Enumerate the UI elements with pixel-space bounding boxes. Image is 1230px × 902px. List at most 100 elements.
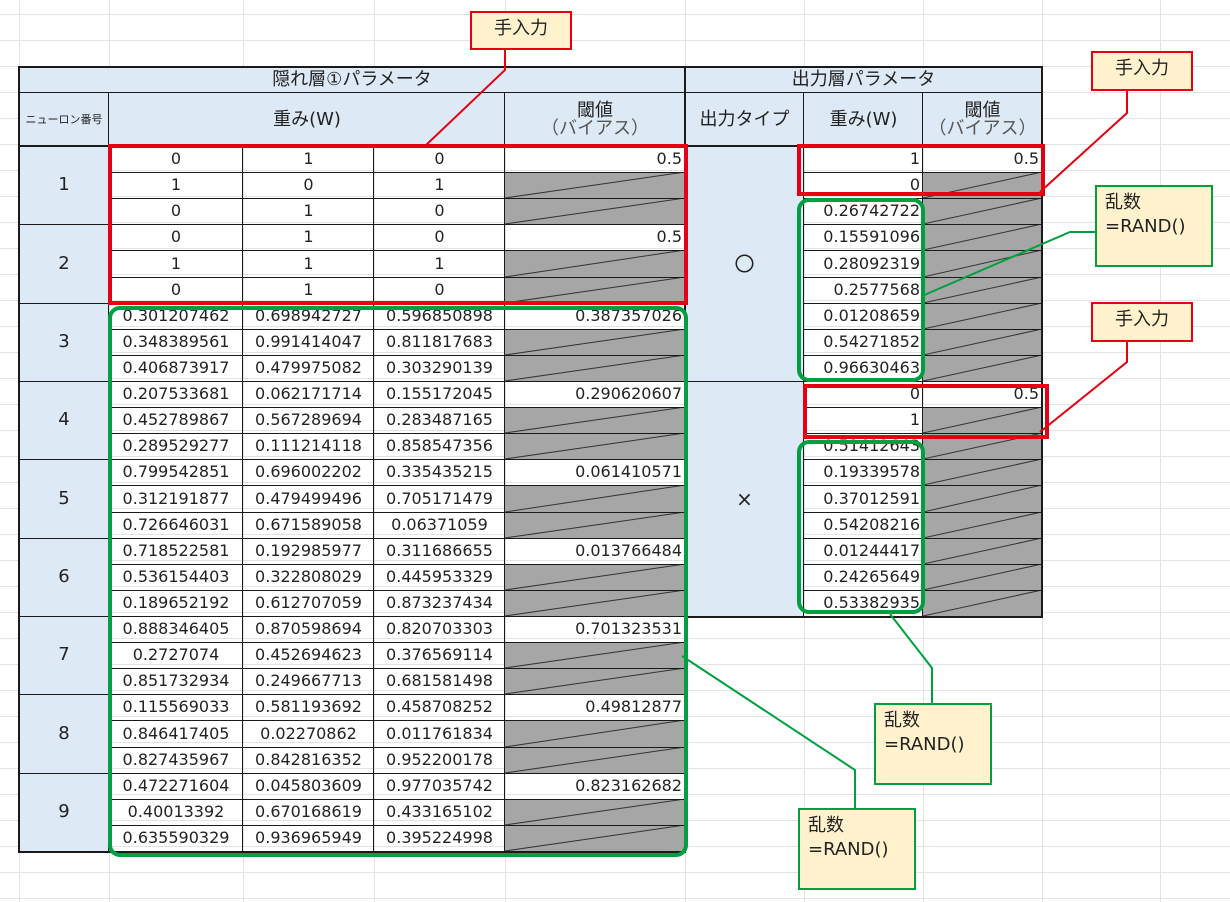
output-weight-cell[interactable]: 0.26742722: [804, 198, 923, 224]
weight-cell[interactable]: 0.02270862: [243, 720, 374, 747]
empty-output-bias-cell[interactable]: [923, 172, 1042, 198]
weight-cell[interactable]: 0.395224998: [374, 825, 505, 851]
output-type-cell[interactable]: ×: [685, 381, 804, 616]
weight-cell[interactable]: 0.207533681: [109, 381, 243, 407]
weight-cell[interactable]: 0.322808029: [243, 564, 374, 590]
weight-cell[interactable]: 0.851732934: [109, 668, 243, 694]
empty-output-bias-cell[interactable]: [923, 329, 1042, 355]
output-weight-cell[interactable]: 0.51412643: [804, 433, 923, 459]
bias-cell[interactable]: 0.5: [505, 224, 685, 250]
weight-cell[interactable]: 0.115569033: [109, 694, 243, 720]
weight-cell[interactable]: 1: [109, 250, 243, 277]
output-weight-cell[interactable]: 0.24265649: [804, 564, 923, 590]
weight-cell[interactable]: 0.249667713: [243, 668, 374, 694]
weight-cell[interactable]: 0.062171714: [243, 381, 374, 407]
hidden-layer-title[interactable]: 隠れ層①パラメータ: [19, 67, 685, 93]
empty-output-bias-cell[interactable]: [923, 590, 1042, 616]
output-weight-cell[interactable]: 0: [804, 172, 923, 198]
weight-cell[interactable]: 0.681581498: [374, 668, 505, 694]
weight-cell[interactable]: 1: [243, 198, 374, 224]
empty-bias-cell[interactable]: [505, 512, 685, 538]
weight-cell[interactable]: 0.40013392: [109, 799, 243, 825]
weight-cell[interactable]: 0.873237434: [374, 590, 505, 616]
weight-cell[interactable]: 0.192985977: [243, 538, 374, 564]
neuron-number-cell[interactable]: 8: [19, 694, 109, 773]
output-bias-header[interactable]: 閾値 （バイアス）: [923, 93, 1042, 146]
weight-cell[interactable]: 0.283487165: [374, 407, 505, 433]
bias-cell[interactable]: 0.823162682: [505, 773, 685, 799]
neuron-number-cell[interactable]: 5: [19, 459, 109, 538]
weight-cell[interactable]: 0.888346405: [109, 616, 243, 642]
neuron-number-cell[interactable]: 6: [19, 538, 109, 616]
weight-cell[interactable]: 1: [109, 172, 243, 198]
weight-cell[interactable]: 0.452789867: [109, 407, 243, 433]
empty-output-bias-cell[interactable]: [923, 198, 1042, 224]
output-weight-cell[interactable]: 0.19339578: [804, 459, 923, 485]
weight-cell[interactable]: 0.348389561: [109, 329, 243, 355]
weight-cell[interactable]: 0.301207462: [109, 303, 243, 329]
bias-cell[interactable]: 0.5: [505, 146, 685, 172]
empty-output-bias-cell[interactable]: [923, 433, 1042, 459]
weight-cell[interactable]: 0: [374, 277, 505, 303]
output-weight-cell[interactable]: 0.37012591: [804, 485, 923, 512]
weight-cell[interactable]: 0.311686655: [374, 538, 505, 564]
weight-cell[interactable]: 0: [374, 198, 505, 224]
weight-cell[interactable]: 0.596850898: [374, 303, 505, 329]
empty-output-bias-cell[interactable]: [923, 277, 1042, 303]
output-bias-cell[interactable]: 0.5: [923, 146, 1042, 172]
empty-output-bias-cell[interactable]: [923, 303, 1042, 329]
weight-cell[interactable]: 1: [243, 224, 374, 250]
weight-cell[interactable]: 1: [243, 277, 374, 303]
weight-cell[interactable]: 0.458708252: [374, 694, 505, 720]
weight-cell[interactable]: 0.726646031: [109, 512, 243, 538]
output-weight-cell[interactable]: 0.01244417: [804, 538, 923, 564]
weight-cell[interactable]: 0.670168619: [243, 799, 374, 825]
neuron-number-cell[interactable]: 3: [19, 303, 109, 381]
empty-output-bias-cell[interactable]: [923, 538, 1042, 564]
weight-cell[interactable]: 0.536154403: [109, 564, 243, 590]
weight-cell[interactable]: 0.635590329: [109, 825, 243, 851]
output-weight-cell[interactable]: 0.2577568: [804, 277, 923, 303]
weight-cell[interactable]: 0.452694623: [243, 642, 374, 668]
weight-cell[interactable]: 0: [109, 224, 243, 250]
weight-cell[interactable]: 0.111214118: [243, 433, 374, 459]
empty-bias-cell[interactable]: [505, 668, 685, 694]
weight-cell[interactable]: 0.952200178: [374, 747, 505, 773]
weight-cell[interactable]: 0.581193692: [243, 694, 374, 720]
weight-cell[interactable]: 0.433165102: [374, 799, 505, 825]
output-type-header[interactable]: 出力タイプ: [685, 93, 804, 146]
weight-cell[interactable]: 0: [109, 146, 243, 172]
weight-cell[interactable]: 1: [243, 250, 374, 277]
weight-cell[interactable]: 0.406873917: [109, 355, 243, 381]
bias-cell[interactable]: 0.290620607: [505, 381, 685, 407]
weight-cell[interactable]: 0.846417405: [109, 720, 243, 747]
weight-cell[interactable]: 0.612707059: [243, 590, 374, 616]
weight-cell[interactable]: 0.811817683: [374, 329, 505, 355]
weight-cell[interactable]: 0.977035742: [374, 773, 505, 799]
empty-bias-cell[interactable]: [505, 277, 685, 303]
hidden-bias-header[interactable]: 閾値 （バイアス）: [505, 93, 685, 146]
weight-cell[interactable]: 0.303290139: [374, 355, 505, 381]
weight-cell[interactable]: 1: [243, 146, 374, 172]
empty-bias-cell[interactable]: [505, 198, 685, 224]
neuron-number-header[interactable]: ニューロン番号: [19, 93, 109, 146]
neuron-number-cell[interactable]: 2: [19, 224, 109, 303]
neuron-number-cell[interactable]: 1: [19, 146, 109, 224]
weight-cell[interactable]: 1: [374, 172, 505, 198]
empty-bias-cell[interactable]: [505, 799, 685, 825]
output-weight-cell[interactable]: 0.53382935: [804, 590, 923, 616]
empty-output-bias-cell[interactable]: [923, 512, 1042, 538]
weight-cell[interactable]: 0.820703303: [374, 616, 505, 642]
output-weight-cell[interactable]: 0.28092319: [804, 250, 923, 277]
output-layer-title[interactable]: 出力層パラメータ: [685, 67, 1042, 93]
output-weight-cell[interactable]: 1: [804, 407, 923, 433]
weight-cell[interactable]: 0.479499496: [243, 485, 374, 512]
empty-bias-cell[interactable]: [505, 355, 685, 381]
empty-output-bias-cell[interactable]: [923, 250, 1042, 277]
weight-cell[interactable]: 0.376569114: [374, 642, 505, 668]
weight-cell[interactable]: 0: [109, 198, 243, 224]
empty-output-bias-cell[interactable]: [923, 485, 1042, 512]
weight-cell[interactable]: 1: [374, 250, 505, 277]
output-weight-cell[interactable]: 0.54271852: [804, 329, 923, 355]
weight-cell[interactable]: 0.799542851: [109, 459, 243, 485]
